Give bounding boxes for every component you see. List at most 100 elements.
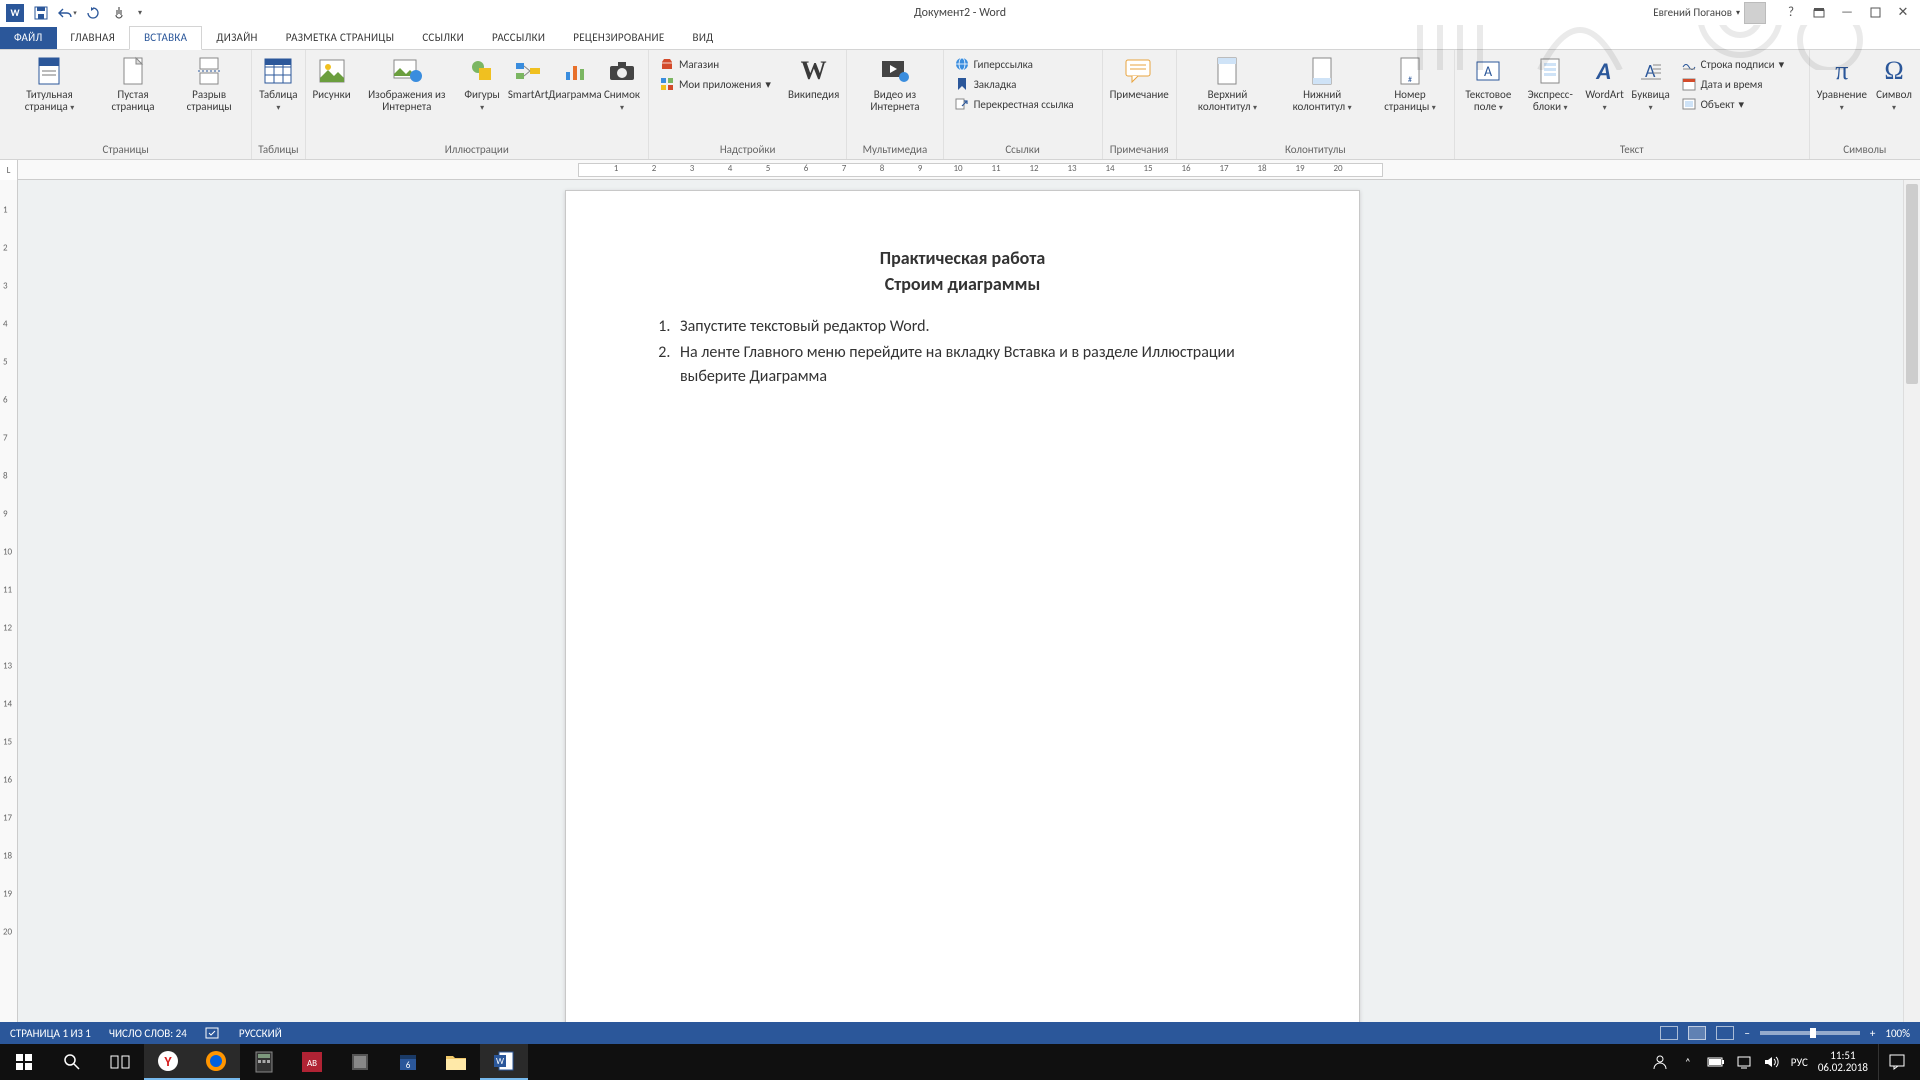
- start-button[interactable]: [0, 1044, 48, 1080]
- taskbar-firefox[interactable]: [192, 1044, 240, 1080]
- wikipedia-button[interactable]: WВикипедия: [785, 53, 842, 103]
- search-button[interactable]: [48, 1044, 96, 1080]
- group-symbols: πУравнение▾ ΩСимвол▾ Символы: [1810, 50, 1920, 159]
- online-pictures-button[interactable]: Изображения из Интернета: [356, 53, 459, 115]
- page-indicator[interactable]: СТРАНИЦА 1 ИЗ 1: [10, 1027, 91, 1040]
- tab-mailings[interactable]: РАССЫЛКИ: [478, 27, 559, 49]
- tab-view[interactable]: ВИД: [679, 27, 728, 49]
- chart-button[interactable]: Диаграмма: [552, 53, 598, 103]
- language-indicator[interactable]: РУССКИЙ: [239, 1027, 282, 1040]
- tab-selector[interactable]: L: [0, 160, 18, 180]
- input-language[interactable]: РУС: [1791, 1056, 1808, 1069]
- doc-title-1: Практическая работа: [638, 247, 1287, 269]
- taskbar-calculator[interactable]: [240, 1044, 288, 1080]
- read-mode-button[interactable]: [1660, 1026, 1678, 1040]
- footer-button[interactable]: Нижний колонтитул ▾: [1276, 53, 1368, 116]
- volume-icon[interactable]: [1763, 1053, 1781, 1071]
- group-label: Таблицы: [256, 143, 300, 159]
- tab-references[interactable]: ССЫЛКИ: [408, 27, 478, 49]
- tab-review[interactable]: РЕЦЕНЗИРОВАНИЕ: [559, 27, 678, 49]
- taskbar-yandex[interactable]: Y: [144, 1044, 192, 1080]
- taskbar-word[interactable]: W: [480, 1044, 528, 1080]
- tab-layout[interactable]: РАЗМЕТКА СТРАНИЦЫ: [272, 27, 409, 49]
- text-box-button[interactable]: AТекстовое поле ▾: [1459, 53, 1518, 116]
- signature-line-button[interactable]: Строка подписи ▾: [1679, 55, 1801, 73]
- tab-file[interactable]: ФАЙЛ: [0, 27, 57, 49]
- horizontal-ruler[interactable]: L 1234567891011121314151617181920: [0, 160, 1920, 180]
- table-button[interactable]: Таблица▾: [256, 53, 300, 116]
- taskbar-abbyy[interactable]: AB: [288, 1044, 336, 1080]
- tab-home[interactable]: ГЛАВНАЯ: [57, 27, 130, 49]
- document-content[interactable]: Практическая работа Строим диаграммы Зап…: [638, 247, 1287, 391]
- page-break-button[interactable]: Разрыв страницы: [171, 53, 247, 115]
- store-button[interactable]: Магазин: [657, 55, 779, 73]
- group-label: Иллюстрации: [310, 143, 644, 159]
- network-icon[interactable]: [1735, 1053, 1753, 1071]
- pictures-button[interactable]: Рисунки: [310, 53, 354, 103]
- drop-cap-button[interactable]: AБуквица▾: [1629, 53, 1673, 116]
- group-text: AТекстовое поле ▾ Экспресс-блоки ▾ AWord…: [1455, 50, 1810, 159]
- quick-parts-button[interactable]: Экспресс-блоки ▾: [1520, 53, 1581, 116]
- page-number-button[interactable]: #Номер страницы ▾: [1370, 53, 1450, 116]
- group-label: Колонтитулы: [1181, 143, 1450, 159]
- page[interactable]: Практическая работа Строим диаграммы Зап…: [565, 190, 1360, 1044]
- svg-text:W: W: [496, 1056, 504, 1067]
- ribbon-display-button[interactable]: [1806, 2, 1832, 24]
- help-button[interactable]: ?: [1778, 2, 1804, 24]
- save-button[interactable]: [30, 2, 52, 24]
- taskbar-sticky-notes[interactable]: [336, 1044, 384, 1080]
- cross-reference-button[interactable]: Перекрестная ссылка: [952, 95, 1094, 113]
- maximize-button[interactable]: [1862, 2, 1888, 24]
- smartart-button[interactable]: SmartArt: [506, 53, 550, 103]
- redo-button[interactable]: [82, 2, 104, 24]
- print-layout-button[interactable]: [1688, 1026, 1706, 1040]
- hyperlink-button[interactable]: Гиперссылка: [952, 55, 1094, 73]
- my-apps-button[interactable]: Мои приложения ▾: [657, 75, 779, 93]
- battery-icon[interactable]: [1707, 1053, 1725, 1071]
- bookmark-button[interactable]: Закладка: [952, 75, 1094, 93]
- vertical-scrollbar[interactable]: [1903, 180, 1920, 1044]
- tab-design[interactable]: ДИЗАЙН: [202, 27, 271, 49]
- undo-button[interactable]: ▾: [56, 2, 78, 24]
- task-view-button[interactable]: [96, 1044, 144, 1080]
- taskbar-calendar[interactable]: 6: [384, 1044, 432, 1080]
- user-name[interactable]: Евгений Поганов: [1653, 6, 1732, 19]
- close-button[interactable]: ✕: [1890, 2, 1916, 24]
- vertical-ruler[interactable]: 1234567891011121314151617181920: [0, 180, 18, 1044]
- proofing-icon[interactable]: [205, 1026, 221, 1040]
- tab-insert[interactable]: ВСТАВКА: [129, 26, 202, 50]
- shapes-button[interactable]: Фигуры▾: [460, 53, 504, 116]
- svg-text:Y: Y: [163, 1053, 172, 1070]
- symbol-button[interactable]: ΩСимвол▾: [1872, 53, 1916, 116]
- date-time-button[interactable]: Дата и время: [1679, 75, 1801, 93]
- minimize-button[interactable]: —: [1834, 2, 1860, 24]
- web-layout-button[interactable]: [1716, 1026, 1734, 1040]
- blank-page-button[interactable]: Пустая страница: [97, 53, 169, 115]
- touch-mode-button[interactable]: [108, 2, 130, 24]
- qat-customize[interactable]: ▾: [134, 2, 146, 24]
- action-center-icon[interactable]: [1878, 1044, 1914, 1080]
- zoom-level[interactable]: 100%: [1885, 1027, 1910, 1040]
- word-count[interactable]: ЧИСЛО СЛОВ: 24: [109, 1027, 187, 1040]
- object-button[interactable]: Объект ▾: [1679, 95, 1801, 113]
- tray-expand-icon[interactable]: ˄: [1679, 1053, 1697, 1071]
- cover-page-button[interactable]: Титульная страница ▾: [4, 53, 95, 116]
- user-avatar-icon[interactable]: [1744, 2, 1766, 24]
- header-button[interactable]: Верхний колонтитул ▾: [1181, 53, 1274, 116]
- group-label: Ссылки: [948, 143, 1098, 159]
- equation-button[interactable]: πУравнение▾: [1814, 53, 1870, 116]
- zoom-out-button[interactable]: −: [1744, 1027, 1749, 1040]
- group-illustrations: Рисунки Изображения из Интернета Фигуры▾…: [306, 50, 649, 159]
- group-addins: Магазин Мои приложения ▾ WВикипедия Надс…: [649, 50, 847, 159]
- online-video-button[interactable]: Видео из Интернета: [851, 53, 938, 115]
- taskbar-explorer[interactable]: [432, 1044, 480, 1080]
- zoom-slider[interactable]: [1760, 1031, 1860, 1035]
- zoom-in-button[interactable]: +: [1870, 1027, 1875, 1040]
- app-icon[interactable]: W: [4, 2, 26, 24]
- wordart-button[interactable]: AWordArt▾: [1583, 53, 1627, 116]
- group-media: Видео из Интернета Мультимедиа: [847, 50, 943, 159]
- clock[interactable]: 11:51 06.02.2018: [1818, 1050, 1868, 1074]
- comment-button[interactable]: Примечание: [1107, 53, 1172, 103]
- screenshot-button[interactable]: Снимок▾: [600, 53, 644, 116]
- people-icon[interactable]: [1651, 1053, 1669, 1071]
